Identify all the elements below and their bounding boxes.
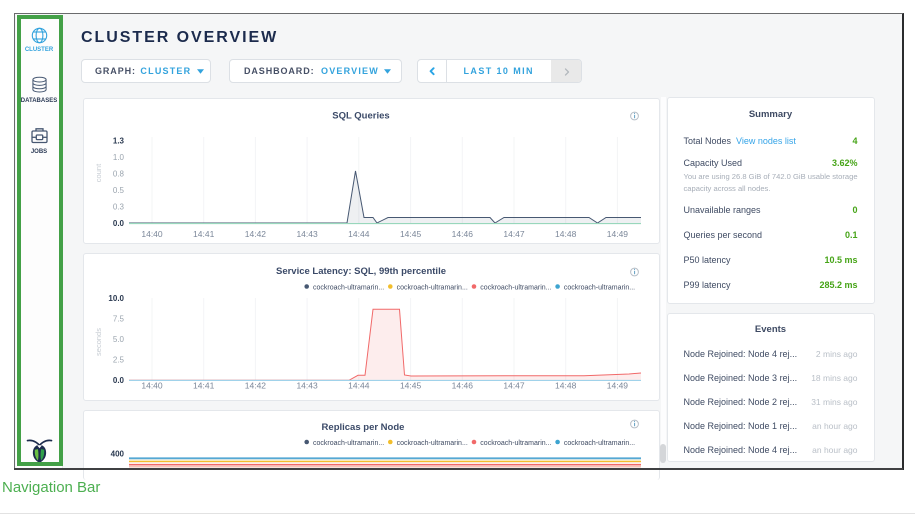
svg-text:14:40: 14:40 <box>141 381 163 391</box>
svg-text:1.0: 1.0 <box>113 153 125 162</box>
svg-text:14:42: 14:42 <box>245 381 267 391</box>
svg-text:14:49: 14:49 <box>607 381 629 391</box>
svg-text:count: count <box>94 163 103 182</box>
svg-text:seconds: seconds <box>94 328 103 356</box>
svg-text:2.5: 2.5 <box>113 356 125 365</box>
svg-text:14:44: 14:44 <box>348 381 370 391</box>
svg-text:14:47: 14:47 <box>503 381 525 391</box>
svg-text:14:45: 14:45 <box>400 381 422 391</box>
svg-text:0.8: 0.8 <box>113 170 125 179</box>
svg-text:14:45: 14:45 <box>400 229 422 239</box>
svg-text:14:48: 14:48 <box>555 381 577 391</box>
svg-text:7.5: 7.5 <box>113 315 125 324</box>
svg-text:0.5: 0.5 <box>113 186 125 195</box>
svg-text:14:41: 14:41 <box>193 381 215 391</box>
svg-text:0.0: 0.0 <box>113 376 125 385</box>
svg-text:cockroach-ultramarin...: cockroach-ultramarin... <box>397 440 468 447</box>
svg-text:1.3: 1.3 <box>113 137 125 146</box>
svg-text:14:44: 14:44 <box>348 229 370 239</box>
svg-text:14:49: 14:49 <box>607 229 629 239</box>
svg-text:0.0: 0.0 <box>113 219 125 228</box>
svg-text:0.3: 0.3 <box>113 203 125 212</box>
svg-text:14:48: 14:48 <box>555 229 577 239</box>
svg-text:SQL Queries: SQL Queries <box>332 111 389 122</box>
svg-text:cockroach-ultramarin...: cockroach-ultramarin... <box>564 440 635 447</box>
svg-text:Service Latency: SQL, 99th per: Service Latency: SQL, 99th percentile <box>276 266 446 277</box>
svg-text:14:41: 14:41 <box>193 229 215 239</box>
svg-text:cockroach-ultramarin...: cockroach-ultramarin... <box>397 285 468 292</box>
svg-text:Replicas per Node: Replicas per Node <box>322 422 405 433</box>
svg-text:14:42: 14:42 <box>245 229 267 239</box>
svg-text:cockroach-ultramarin...: cockroach-ultramarin... <box>313 440 384 447</box>
svg-text:cockroach-ultramarin...: cockroach-ultramarin... <box>313 285 384 292</box>
svg-text:cockroach-ultramarin...: cockroach-ultramarin... <box>480 285 551 292</box>
svg-text:14:47: 14:47 <box>503 229 525 239</box>
svg-text:cockroach-ultramarin...: cockroach-ultramarin... <box>480 440 551 447</box>
svg-text:14:40: 14:40 <box>141 229 163 239</box>
svg-text:cockroach-ultramarin...: cockroach-ultramarin... <box>564 285 635 292</box>
svg-text:10.0: 10.0 <box>108 294 124 303</box>
svg-text:14:46: 14:46 <box>452 381 474 391</box>
svg-text:400: 400 <box>111 450 125 459</box>
svg-text:14:46: 14:46 <box>452 229 474 239</box>
svg-text:14:43: 14:43 <box>296 229 318 239</box>
svg-text:5.0: 5.0 <box>113 335 125 344</box>
svg-text:14:43: 14:43 <box>296 381 318 391</box>
